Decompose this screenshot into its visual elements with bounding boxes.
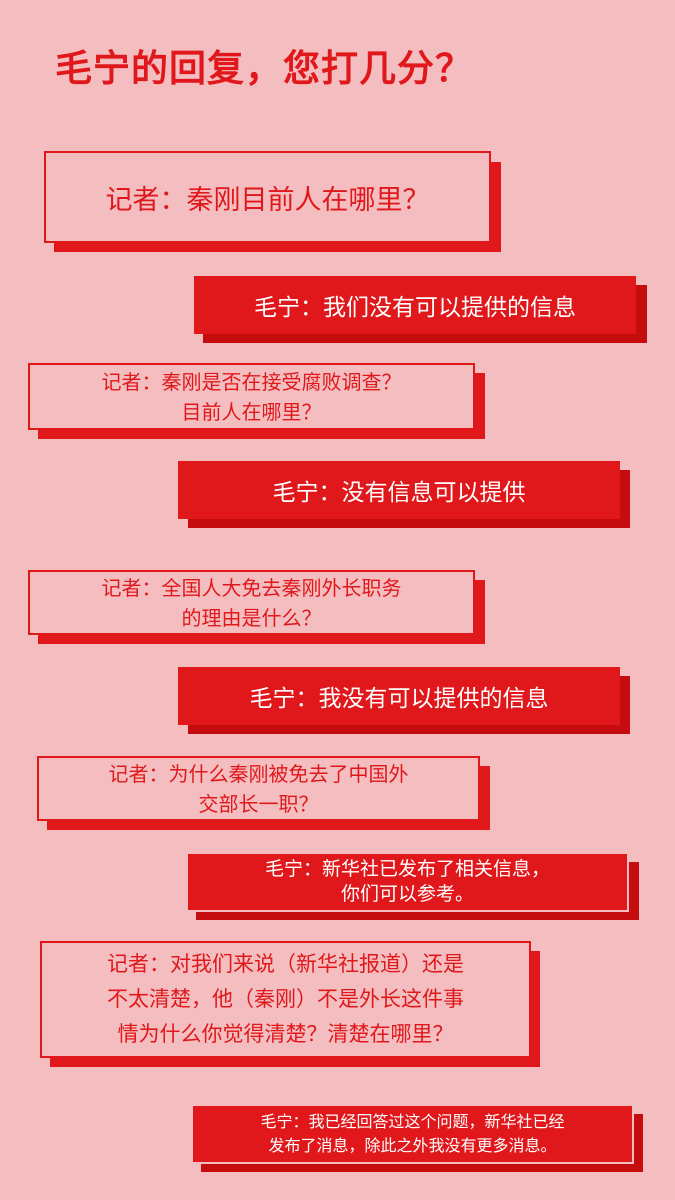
- question-box: 记者：全国人大免去秦刚外长职务 的理由是什么？: [28, 570, 475, 635]
- answer-text: 毛宁：没有信息可以提供: [272, 480, 526, 506]
- answer-text: 毛宁：我们没有可以提供的信息: [254, 295, 576, 321]
- question-text: 记者：全国人大免去秦刚外长职务: [101, 575, 402, 600]
- page-title: 毛宁的回复，您打几分？: [55, 47, 473, 90]
- answer-box: 毛宁：我们没有可以提供的信息: [194, 276, 636, 334]
- question-box: 记者：为什么秦刚被免去了中国外 交部长一职？: [37, 756, 480, 821]
- question-text: 不太清楚，他（秦刚）不是外长这件事: [107, 987, 464, 1011]
- question-box: 记者：秦刚目前人在哪里？: [44, 151, 491, 243]
- answer-box: 毛宁：没有信息可以提供: [178, 461, 620, 519]
- answer-box: 毛宁：新华社已发布了相关信息， 你们可以参考。: [186, 852, 629, 912]
- answer-text: 毛宁：我已经回答过这个问题，新华社已经: [260, 1112, 565, 1131]
- question-text: 的理由是什么？: [181, 605, 322, 630]
- answer-text: 你们可以参考。: [340, 883, 474, 905]
- question-text: 交部长一职？: [198, 791, 319, 816]
- question-text: 情为什么你觉得清楚？清楚在哪里？: [117, 1022, 454, 1046]
- question-text: 记者：对我们来说（新华社报道）还是: [107, 952, 464, 976]
- answer-text: 毛宁：新华社已发布了相关信息，: [264, 858, 550, 880]
- question-text: 记者：秦刚目前人在哪里？: [105, 184, 430, 216]
- question-text: 记者：秦刚是否在接受腐败调查？: [101, 369, 402, 394]
- answer-text: 毛宁：我没有可以提供的信息: [249, 686, 549, 712]
- question-text: 记者：为什么秦刚被免去了中国外: [108, 761, 409, 786]
- answer-text: 发布了消息，除此之外我没有更多消息。: [268, 1136, 557, 1155]
- question-text: 目前人在哪里？: [181, 399, 322, 424]
- answer-box: 毛宁：我没有可以提供的信息: [178, 667, 620, 725]
- question-box: 记者：对我们来说（新华社报道）还是 不太清楚，他（秦刚）不是外长这件事 情为什么…: [40, 941, 531, 1058]
- answer-box: 毛宁：我已经回答过这个问题，新华社已经 发布了消息，除此之外我没有更多消息。: [191, 1104, 634, 1164]
- question-box: 记者：秦刚是否在接受腐败调查？ 目前人在哪里？: [28, 363, 475, 430]
